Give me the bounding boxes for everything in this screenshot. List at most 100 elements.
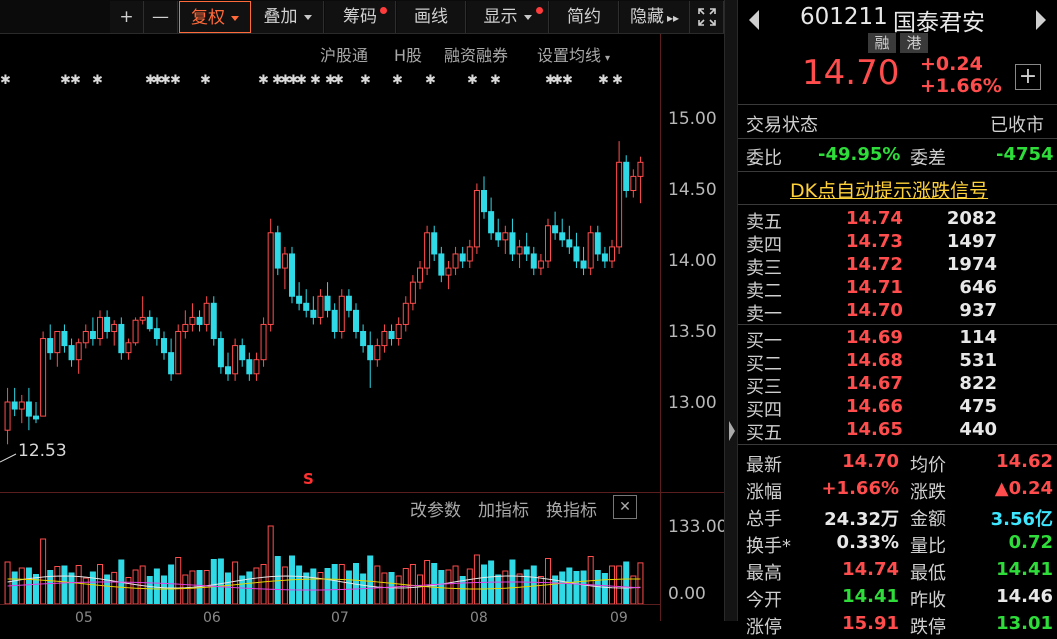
fullscreen-button[interactable]: [690, 1, 724, 33]
event-marker-icon[interactable]: ✱: [612, 73, 623, 86]
volume-bar: [253, 567, 260, 604]
volume-bar: [225, 572, 231, 604]
ask-row-price[interactable]: 14.71: [846, 277, 903, 298]
bid-row-price[interactable]: 14.68: [846, 350, 903, 371]
dk-signal-link[interactable]: DK点自动提示涨跌信号: [790, 176, 988, 203]
switch-indicator-button[interactable]: 换指标: [546, 496, 597, 521]
yincang-button[interactable]: 隐藏 ▸▸: [620, 1, 690, 33]
notification-dot-icon: [380, 7, 387, 14]
volume-bar: [146, 576, 153, 604]
volume-bar: [47, 570, 54, 604]
add-indicator-button[interactable]: 加指标: [478, 496, 529, 521]
event-marker-icon[interactable]: ✱: [170, 73, 181, 86]
weibi-value: -49.95%: [818, 144, 901, 165]
bid-row-price[interactable]: 14.69: [846, 327, 903, 348]
volume-bar: [25, 567, 32, 604]
stat-value: 14.41: [996, 559, 1053, 580]
xianshi-dropdown[interactable]: 显示: [467, 1, 549, 33]
ask-row-price[interactable]: 14.70: [846, 300, 903, 321]
chouma-button[interactable]: 筹码: [325, 1, 396, 33]
event-marker-icon[interactable]: ✱: [310, 73, 321, 86]
diejia-dropdown[interactable]: 叠加: [252, 1, 324, 33]
event-marker-icon[interactable]: ✱: [333, 73, 344, 86]
weicha-label: 委差: [910, 148, 946, 169]
edit-params-button[interactable]: 改参数: [410, 496, 461, 521]
candle: [445, 267, 452, 276]
candle: [253, 359, 260, 375]
hgu-link[interactable]: H股: [394, 42, 422, 66]
set-ma-link[interactable]: 设置均线 ▾: [537, 42, 610, 66]
volume-bar: [431, 563, 438, 604]
fullscreen-icon: [697, 8, 716, 26]
ask-row-price[interactable]: 14.73: [846, 231, 903, 252]
stat-label: 涨跌: [910, 482, 946, 503]
zoom-out-button[interactable]: —: [144, 1, 178, 33]
panel-splitter[interactable]: [724, 0, 738, 621]
candle: [473, 190, 480, 248]
huaxian-button[interactable]: 画线: [397, 1, 466, 33]
volume-bar: [374, 565, 381, 604]
add-watchlist-button[interactable]: +: [1015, 64, 1041, 90]
volume-bar: [573, 571, 580, 604]
candle: [225, 366, 231, 375]
quote-panel: 601211 国泰君安 融 港 14.70 +0.24 +1.66% + 交易状…: [738, 0, 1057, 638]
event-marker-icon[interactable]: ✱: [392, 73, 403, 86]
x-tick: 07: [331, 610, 349, 626]
hugutong-link[interactable]: 沪股通: [320, 42, 368, 66]
volume-bar: [345, 570, 352, 604]
event-marker-icon[interactable]: ✱: [92, 73, 103, 86]
event-marker-icon[interactable]: ✱: [0, 73, 11, 86]
jianyue-button[interactable]: 简约: [550, 1, 619, 33]
event-marker-icon[interactable]: ✱: [258, 73, 269, 86]
next-stock-icon[interactable]: [1035, 9, 1047, 31]
candle: [75, 342, 82, 361]
divider: [738, 171, 1057, 172]
stat-label: 最低: [910, 563, 946, 584]
event-marker-icon[interactable]: ✱: [70, 73, 81, 86]
stat-value: 15.91: [842, 613, 899, 634]
candle: [175, 331, 182, 375]
event-marker-icon[interactable]: ✱: [360, 73, 371, 86]
event-marker-icon[interactable]: ✱: [562, 73, 573, 86]
candle: [146, 316, 153, 330]
zoom-in-button[interactable]: +: [110, 1, 144, 33]
volume-bar: [54, 566, 61, 604]
candle: [424, 232, 431, 269]
volume-bar: [616, 565, 623, 604]
candle: [502, 232, 509, 241]
event-markers-row[interactable]: ✱ ✱ ✱ ✱ ✱✱✱ ✱ ✱ ✱ ✱✱✱✱ ✱ ✱✱ ✱ ✱ ✱ ✱ ✱ ✱✱ ✱ ✱ ✱: [0, 72, 640, 86]
stat-value: 0.33%: [836, 532, 899, 553]
event-marker-icon[interactable]: ✱: [490, 73, 501, 86]
candle: [559, 232, 566, 241]
event-marker-icon[interactable]: ✱: [200, 73, 211, 86]
volume-bar: [89, 571, 96, 604]
event-marker-icon[interactable]: ✱: [598, 73, 609, 86]
bid-row-price[interactable]: 14.66: [846, 396, 903, 417]
candlestick-plot[interactable]: [0, 90, 660, 490]
candle: [61, 331, 68, 347]
event-marker-icon[interactable]: ✱: [425, 73, 436, 86]
stat-value: +1.66%: [821, 478, 899, 499]
candle: [324, 295, 331, 311]
rongzirongquan-link[interactable]: 融资融券: [444, 42, 508, 66]
ask-row-price[interactable]: 14.72: [846, 254, 903, 275]
close-indicator-button[interactable]: ✕: [613, 495, 637, 519]
fuquan-dropdown[interactable]: 复权: [179, 1, 251, 33]
prev-stock-icon[interactable]: [748, 9, 760, 31]
candle: [402, 302, 409, 325]
diejia-label: 叠加: [263, 7, 298, 27]
y-tick: 13.50: [668, 322, 717, 342]
bid-row-price[interactable]: 14.65: [846, 419, 903, 440]
kline-chart[interactable]: 沪股通 H股 融资融券 设置均线 ▾ 15.00 14.50 14.00 13.5…: [0, 34, 727, 626]
event-marker-icon[interactable]: ✱: [467, 73, 478, 86]
stat-value: 14.46: [996, 586, 1053, 607]
candle: [182, 323, 189, 332]
event-marker-icon[interactable]: ✱: [296, 73, 307, 86]
volume-bar: [580, 570, 587, 604]
volume-plot[interactable]: [0, 522, 660, 604]
ask-row-price[interactable]: 14.74: [846, 208, 903, 229]
candle: [495, 232, 502, 241]
bid-row-price[interactable]: 14.67: [846, 373, 903, 394]
candle: [637, 161, 644, 177]
candle: [303, 302, 310, 311]
